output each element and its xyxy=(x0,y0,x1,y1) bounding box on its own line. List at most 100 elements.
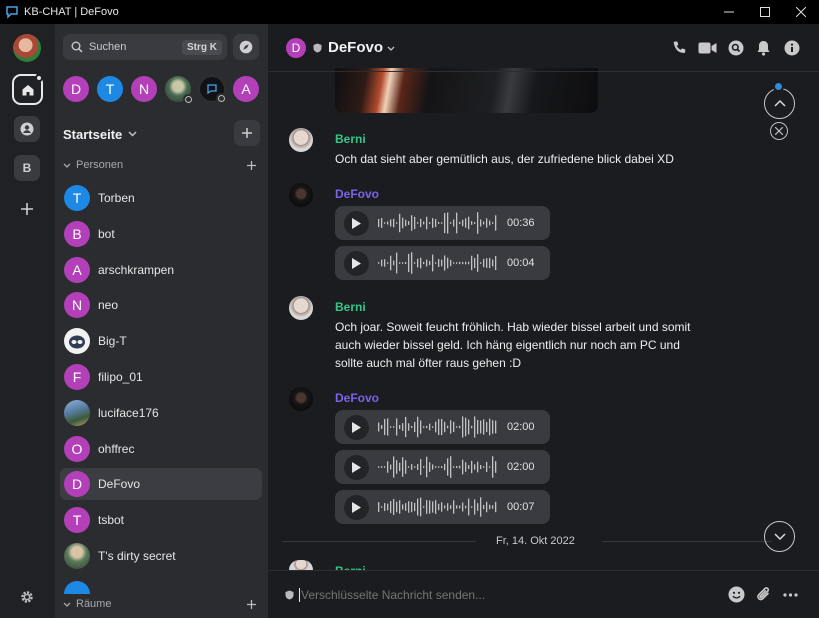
video-call-button[interactable] xyxy=(698,38,717,57)
waveform-bar xyxy=(420,420,422,434)
avatar-defovo[interactable] xyxy=(289,183,313,207)
phone-call-button[interactable] xyxy=(670,38,689,57)
play-button[interactable] xyxy=(344,454,369,480)
recent-avatar[interactable]: D xyxy=(63,76,89,102)
waveform-bar xyxy=(390,255,392,271)
emoji-button[interactable] xyxy=(727,585,746,604)
sender-name[interactable]: Berni xyxy=(335,132,366,146)
message-input[interactable] xyxy=(301,587,691,602)
recent-avatar[interactable]: N xyxy=(131,76,157,102)
waveform[interactable] xyxy=(377,415,499,439)
waveform-bar xyxy=(459,505,461,509)
play-button[interactable] xyxy=(344,414,369,440)
create-space-button[interactable] xyxy=(14,196,40,222)
room-item-ts-dirty-secret[interactable]: T's dirty secret xyxy=(60,540,262,572)
waveform-bar xyxy=(456,426,458,428)
add-room-button[interactable] xyxy=(247,596,256,613)
recent-avatar[interactable]: T xyxy=(97,76,123,102)
add-button[interactable] xyxy=(234,120,260,146)
room-view: D DeFovo Berni Och dat sieht aber gemütl… xyxy=(268,24,819,618)
play-button[interactable] xyxy=(344,250,369,276)
user-avatar[interactable] xyxy=(13,34,41,62)
jump-to-unread-button[interactable] xyxy=(764,88,795,119)
room-name: T's dirty secret xyxy=(98,548,176,563)
image-attachment[interactable] xyxy=(335,68,598,113)
waveform-bar xyxy=(480,464,482,470)
waveform-bar xyxy=(489,504,491,510)
attach-button[interactable] xyxy=(754,585,773,604)
waveform-bar xyxy=(477,461,479,473)
waveform-bar xyxy=(393,260,395,266)
waveform-bar xyxy=(447,458,449,476)
room-title[interactable]: DeFovo xyxy=(328,39,383,56)
recent-avatar[interactable]: A xyxy=(233,76,259,102)
room-item-arschkrampen[interactable]: Aarschkrampen xyxy=(60,254,262,286)
minimize-button[interactable] xyxy=(711,0,747,24)
waveform-bar xyxy=(483,221,485,225)
waveform[interactable] xyxy=(377,211,499,235)
room-item-bot[interactable]: Bbot xyxy=(60,218,262,250)
waveform-bar xyxy=(384,503,386,511)
home-header[interactable]: Startseite xyxy=(63,120,260,148)
waveform[interactable] xyxy=(377,495,499,519)
room-item-filipo[interactable]: Ffilipo_01 xyxy=(60,361,262,393)
waveform-bar xyxy=(438,258,440,268)
plus-icon xyxy=(247,599,256,609)
waveform-bar xyxy=(378,218,380,228)
section-rooms-header[interactable]: Räume xyxy=(63,594,260,614)
room-avatar[interactable]: D xyxy=(286,37,306,58)
room-search-button[interactable] xyxy=(726,38,745,57)
avatar-berni[interactable] xyxy=(289,296,313,320)
search-button[interactable]: Suchen Strg K xyxy=(63,34,227,60)
waveform-bar xyxy=(459,221,461,225)
room-item-neo[interactable]: Nneo xyxy=(60,289,262,321)
avatar: A xyxy=(64,256,90,283)
room-item-big-t[interactable]: Big-T xyxy=(60,325,262,357)
avatar: D xyxy=(64,471,90,498)
add-person-button[interactable] xyxy=(247,157,256,174)
plus-icon xyxy=(21,203,33,215)
section-people-header[interactable]: Personen xyxy=(63,155,260,175)
avatar xyxy=(64,399,90,426)
waveform[interactable] xyxy=(377,251,499,275)
avatar-defovo[interactable] xyxy=(289,387,313,411)
waveform-bar xyxy=(411,501,413,513)
people-space-button[interactable] xyxy=(14,116,40,142)
play-button[interactable] xyxy=(344,494,369,520)
more-options-button[interactable] xyxy=(781,585,800,604)
waveform-bar xyxy=(405,503,407,511)
sender-name[interactable]: Berni xyxy=(335,300,366,314)
waveform-bar xyxy=(462,416,464,438)
sender-name[interactable]: DeFovo xyxy=(335,391,379,405)
recent-avatar[interactable] xyxy=(199,76,226,103)
space-b-button[interactable]: B xyxy=(14,155,40,181)
section-rooms-label: Räume xyxy=(76,598,112,610)
room-item-tsbot[interactable]: Ttsbot xyxy=(60,504,262,536)
avatar-berni[interactable] xyxy=(289,128,313,152)
waveform-bar xyxy=(486,218,488,228)
avatar-berni[interactable] xyxy=(289,560,313,570)
notifications-button[interactable] xyxy=(754,38,773,57)
sender-name[interactable]: DeFovo xyxy=(335,187,379,201)
waveform[interactable] xyxy=(377,455,499,479)
jump-to-latest-button[interactable] xyxy=(764,521,795,552)
settings-button[interactable] xyxy=(14,584,40,610)
play-icon xyxy=(352,257,361,269)
room-item-torben[interactable]: T Torben xyxy=(60,182,262,214)
room-name: Torben xyxy=(98,191,135,205)
room-item-defovo[interactable]: D DeFovo xyxy=(60,468,262,501)
room-item-ohffrec[interactable]: Oohffrec xyxy=(60,433,262,465)
waveform-bar xyxy=(474,464,476,470)
waveform-bar xyxy=(429,222,431,224)
waveform-bar xyxy=(384,222,386,224)
dismiss-unread-button[interactable] xyxy=(770,122,788,140)
room-item-luciface176[interactable]: luciface176 xyxy=(60,397,262,429)
maximize-button[interactable] xyxy=(747,0,783,24)
room-info-button[interactable] xyxy=(782,38,801,57)
partial-room-item[interactable] xyxy=(64,581,90,594)
explore-rooms-button[interactable] xyxy=(233,34,259,60)
alien-head-icon xyxy=(69,335,85,349)
play-button[interactable] xyxy=(344,210,369,236)
close-window-button[interactable] xyxy=(783,0,819,24)
recent-avatar[interactable] xyxy=(165,76,193,104)
